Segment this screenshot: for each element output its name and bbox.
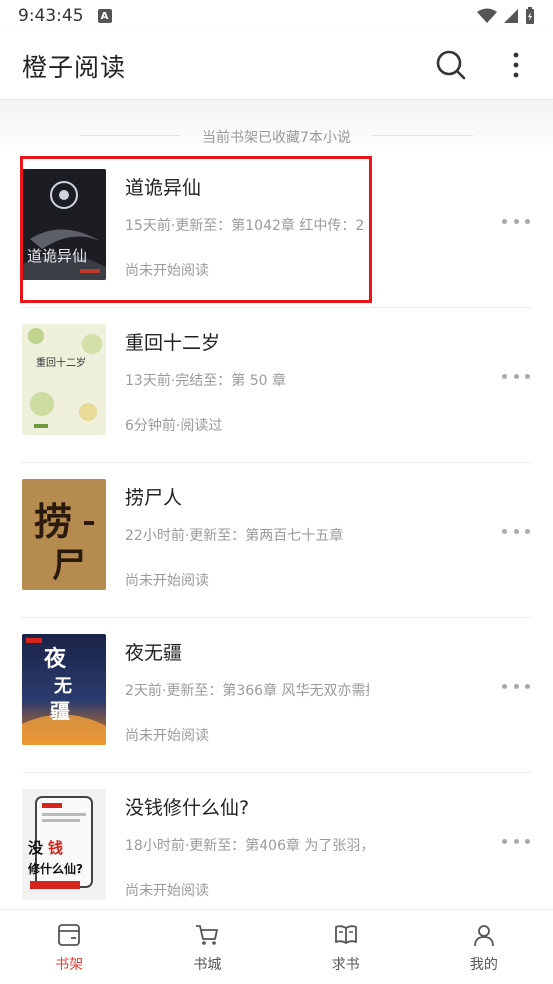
more-horizontal-icon bbox=[502, 838, 507, 844]
cart-icon bbox=[196, 925, 219, 945]
app-title: 橙子阅读 bbox=[22, 52, 127, 82]
svg-text:重回十二岁: 重回十二岁 bbox=[36, 356, 86, 369]
book-cover: 重回十二岁 bbox=[22, 324, 106, 435]
nav-label: 我的 bbox=[469, 957, 498, 973]
book-item-meiqianxiushenmexian[interactable]: 没 钱 修什么仙? 没钱修什么仙? 18小时前·更新至：第406章 为了张羽，法… bbox=[0, 773, 553, 909]
svg-text:钱: 钱 bbox=[48, 839, 63, 857]
wifi-icon bbox=[477, 8, 497, 23]
book-title: 捞尸人 bbox=[125, 487, 183, 509]
more-horizontal-icon bbox=[525, 838, 530, 844]
book-item-chonghuishierusui[interactable]: 重回十二岁 重回十二岁 13天前·完结至：第 50 章 6分钟前·阅读过 bbox=[0, 308, 553, 463]
svg-text:尸: 尸 bbox=[52, 546, 86, 586]
book-read-status: 尚未开始阅读 bbox=[125, 263, 209, 279]
book-title: 没钱修什么仙? bbox=[125, 797, 250, 819]
svg-text:无: 无 bbox=[54, 676, 72, 697]
status-time: 9:43:45 bbox=[18, 6, 84, 26]
book-update-info: 13天前·完结至：第 50 章 bbox=[125, 373, 286, 389]
more-horizontal-icon bbox=[513, 528, 519, 534]
nav-item-profile[interactable]: 我的 bbox=[415, 910, 553, 984]
more-horizontal-icon bbox=[525, 528, 530, 534]
book-more-button[interactable] bbox=[502, 368, 530, 384]
open-book-icon bbox=[334, 925, 357, 944]
book-read-status: 尚未开始阅读 bbox=[125, 883, 209, 899]
more-horizontal-icon bbox=[525, 683, 530, 689]
book-item-daoguiyixian[interactable]: 道诡异仙 道诡异仙 15天前·更新至：第1042章 红中传：2 尚未开始阅读 bbox=[0, 153, 553, 308]
book-update-info: 18小时前·更新至：第406章 为了张羽，法宝器灵 bbox=[125, 838, 369, 854]
battery-icon bbox=[526, 7, 534, 24]
nav-item-bookstore[interactable]: 书城 bbox=[138, 910, 276, 984]
nav-item-bookshelf[interactable]: 书架 bbox=[0, 910, 138, 984]
book-read-status: 尚未开始阅读 bbox=[125, 573, 209, 589]
app-bar: 橙子阅读 bbox=[0, 32, 553, 100]
book-cover: 没 钱 修什么仙? bbox=[22, 789, 106, 900]
book-more-button[interactable] bbox=[502, 678, 530, 694]
overflow-menu-button[interactable] bbox=[504, 48, 528, 82]
book-update-info: 2天前·更新至：第366章 风华无双亦需挨一脚 bbox=[125, 683, 369, 699]
bookshelf-icon bbox=[58, 924, 81, 946]
book-more-button[interactable] bbox=[502, 213, 530, 229]
book-item-yewujiang[interactable]: 夜 无 疆 夜无疆 2天前·更新至：第366章 风华无双亦需挨一脚 尚未开始阅读 bbox=[0, 618, 553, 773]
svg-text:夜: 夜 bbox=[43, 646, 67, 672]
book-more-button[interactable] bbox=[502, 833, 530, 849]
bottom-navigation: 书架 书城 求书 我的 bbox=[0, 909, 553, 984]
svg-text:没: 没 bbox=[28, 839, 44, 857]
status-indicators bbox=[477, 7, 535, 25]
book-title: 道诡异仙 bbox=[125, 177, 202, 199]
more-horizontal-icon bbox=[502, 218, 507, 224]
more-horizontal-icon bbox=[525, 373, 530, 379]
svg-text:疆: 疆 bbox=[50, 699, 70, 723]
more-horizontal-icon bbox=[513, 373, 519, 379]
svg-text:捞: 捞 bbox=[34, 499, 72, 544]
book-cover: 捞 尸 bbox=[22, 479, 106, 590]
user-icon bbox=[473, 925, 494, 947]
more-horizontal-icon bbox=[513, 218, 519, 224]
search-icon bbox=[436, 50, 466, 80]
nav-label: 求书 bbox=[331, 957, 360, 973]
book-read-status: 6分钟前·阅读过 bbox=[125, 418, 223, 434]
more-horizontal-icon bbox=[513, 683, 519, 689]
nav-label: 书城 bbox=[193, 957, 222, 973]
book-more-button[interactable] bbox=[502, 523, 530, 539]
book-cover: 夜 无 疆 bbox=[22, 634, 106, 745]
search-button[interactable] bbox=[434, 48, 468, 82]
more-horizontal-icon bbox=[513, 838, 519, 844]
notification-icon: A bbox=[97, 9, 112, 23]
book-update-info: 22小时前·更新至：第两百七十五章 bbox=[125, 528, 344, 544]
bookshelf-list[interactable]: 当前书架已收藏7本小说 道诡异仙 道诡异仙 15天前·更新至：第1042章 红中… bbox=[0, 101, 553, 909]
book-item-laoshiren[interactable]: 捞 尸 捞尸人 22小时前·更新至：第两百七十五章 尚未开始阅读 bbox=[0, 463, 553, 618]
more-horizontal-icon bbox=[502, 373, 507, 379]
status-bar: 9:43:45 A bbox=[0, 0, 553, 32]
book-title: 夜无疆 bbox=[125, 642, 183, 664]
signal-icon bbox=[504, 9, 518, 23]
book-update-info: 15天前·更新至：第1042章 红中传：2 bbox=[125, 218, 365, 234]
svg-text:修什么仙?: 修什么仙? bbox=[27, 861, 83, 876]
nav-label: 书架 bbox=[55, 957, 84, 973]
svg-text:道诡异仙: 道诡异仙 bbox=[27, 247, 87, 265]
more-vertical-icon bbox=[513, 52, 519, 78]
nav-item-request-book[interactable]: 求书 bbox=[277, 910, 415, 984]
more-horizontal-icon bbox=[502, 528, 507, 534]
more-horizontal-icon bbox=[502, 683, 507, 689]
book-read-status: 尚未开始阅读 bbox=[125, 728, 209, 744]
more-horizontal-icon bbox=[525, 218, 530, 224]
shelf-count-text: 当前书架已收藏7本小说 bbox=[202, 130, 351, 146]
book-title: 重回十二岁 bbox=[125, 332, 221, 354]
book-cover: 道诡异仙 bbox=[22, 169, 106, 280]
